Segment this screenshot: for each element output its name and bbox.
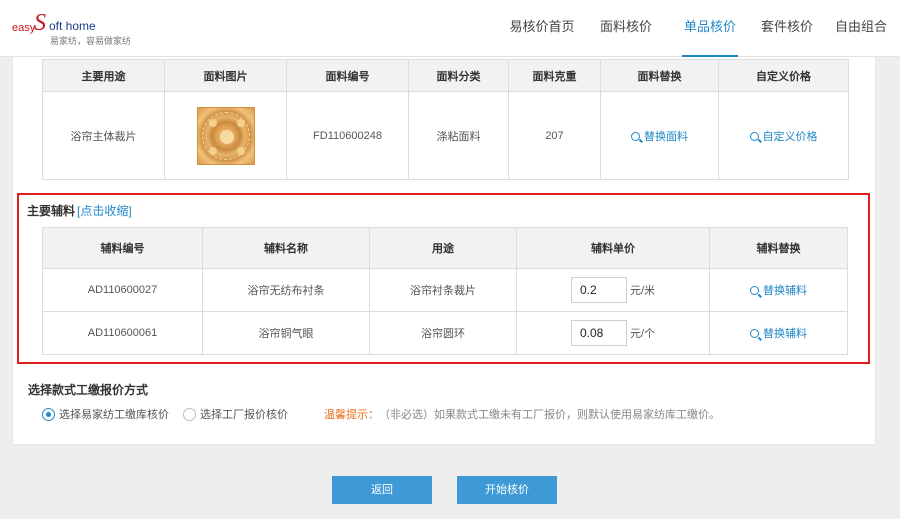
table-row: AD110600027 浴帘无纺布衬条 浴帘衬条裁片 元/米 替换辅料 xyxy=(42,268,848,312)
col-usage: 主要用途 xyxy=(42,59,165,92)
acc-name: 浴帘无纺布衬条 xyxy=(202,268,370,312)
quote-method-title: 选择款式工缴报价方式 xyxy=(28,383,149,397)
acc-usage: 浴帘衬条裁片 xyxy=(369,268,517,312)
acc-code: AD110600027 xyxy=(42,268,203,312)
col-acc-name: 辅料名称 xyxy=(202,227,370,269)
col-fabric-category: 面料分类 xyxy=(408,59,509,92)
fabric-code: FD110600248 xyxy=(286,91,409,180)
col-acc-usage: 用途 xyxy=(369,227,517,269)
acc-price-input[interactable] xyxy=(571,277,627,303)
search-icon xyxy=(750,329,759,338)
tip-text: （非必选）如果款式工缴未有工厂报价，则默认使用易家纺库工缴价。 xyxy=(379,409,720,421)
option-easyhome-library[interactable]: 选择易家纺工缴库核价 xyxy=(42,406,169,422)
fabric-table-header: 主要用途 面料图片 面料编号 面料分类 面料克重 面料替换 自定义价格 xyxy=(42,59,849,92)
custom-price-link[interactable]: 自定义价格 xyxy=(749,130,818,143)
col-acc-code: 辅料编号 xyxy=(42,227,203,269)
fabric-image-cell xyxy=(164,91,287,180)
nav-single-pricing[interactable]: 单品核价 xyxy=(682,0,738,57)
logo-slogan: 易家纺，容易做家纺 xyxy=(50,36,132,46)
logo[interactable]: easy S oft home 易家纺，容易做家纺 xyxy=(12,8,142,48)
logo-s: S xyxy=(34,10,46,36)
replace-accessory-label: 替换辅料 xyxy=(763,285,807,297)
acc-price-cell: 元/米 xyxy=(516,268,710,312)
custom-price-cell: 自定义价格 xyxy=(718,91,849,180)
col-fabric-code: 面料编号 xyxy=(286,59,409,92)
option-easyhome-label: 选择易家纺工缴库核价 xyxy=(59,409,169,421)
table-row: 浴帘主体裁片 FD110600248 涤粘面料 207 替换面料 自定义价格 xyxy=(42,91,849,180)
replace-fabric-label: 替换面料 xyxy=(644,130,688,143)
nav-fabric-pricing[interactable]: 面料核价 xyxy=(584,0,668,57)
search-icon xyxy=(631,131,640,141)
nav-home[interactable]: 易核价首页 xyxy=(500,0,584,57)
search-icon xyxy=(749,131,759,141)
acc-replace-cell: 替换辅料 xyxy=(709,268,848,312)
acc-name: 浴帘铜气眼 xyxy=(202,311,370,355)
acc-price-unit: 元/个 xyxy=(630,328,656,340)
radio-factory-quote[interactable] xyxy=(183,407,196,421)
logo-oft-home: oft home xyxy=(49,19,96,33)
acc-replace-cell: 替换辅料 xyxy=(709,311,848,355)
option-factory-label: 选择工厂报价核价 xyxy=(200,409,288,421)
accessories-table-header: 辅料编号 辅料名称 用途 辅料单价 辅料替换 xyxy=(42,227,848,269)
acc-usage: 浴帘圆环 xyxy=(369,311,517,355)
acc-price-cell: 元/个 xyxy=(516,311,710,355)
fabric-table: 主要用途 面料图片 面料编号 面料分类 面料克重 面料替换 自定义价格 浴帘主体… xyxy=(42,59,849,180)
replace-fabric-link[interactable]: 替换面料 xyxy=(631,131,688,143)
table-row: AD110600061 浴帘铜气眼 浴帘圆环 元/个 替换辅料 xyxy=(42,311,848,355)
replace-accessory-link[interactable]: 替换辅料 xyxy=(750,328,807,340)
option-factory-quote[interactable]: 选择工厂报价核价 xyxy=(183,406,288,422)
acc-code: AD110600061 xyxy=(42,311,203,355)
accessories-title: 主要辅料 [点击收缩] xyxy=(27,202,132,219)
col-fabric-image: 面料图片 xyxy=(164,59,287,92)
col-acc-price: 辅料单价 xyxy=(516,227,710,269)
fabric-weight: 207 xyxy=(508,91,601,180)
top-header: easy S oft home 易家纺，容易做家纺 易核价首页 面料核价 单品核… xyxy=(0,0,900,57)
accessories-table: 辅料编号 辅料名称 用途 辅料单价 辅料替换 AD110600027 浴帘无纺布… xyxy=(42,227,848,355)
main-nav: 易核价首页 面料核价 单品核价 套件核价 自由组合 xyxy=(500,0,900,57)
accessories-title-text: 主要辅料 xyxy=(27,204,76,218)
start-pricing-button[interactable]: 开始核价 xyxy=(457,476,557,504)
search-icon xyxy=(750,286,759,295)
nav-set-pricing[interactable]: 套件核价 xyxy=(752,0,822,57)
replace-accessory-label: 替换辅料 xyxy=(763,328,807,340)
radio-easyhome-library[interactable] xyxy=(42,407,55,421)
col-acc-replace: 辅料替换 xyxy=(709,227,848,269)
quote-method-options: 选择易家纺工缴库核价 选择工厂报价核价 温馨提示： （非必选）如果款式工缴未有工… xyxy=(42,406,720,422)
tip-label: 温馨提示： xyxy=(324,409,379,421)
col-fabric-weight: 面料克重 xyxy=(508,59,601,92)
acc-price-unit: 元/米 xyxy=(630,285,656,297)
acc-price-input[interactable] xyxy=(571,320,627,346)
collapse-toggle-link[interactable]: [点击收缩] xyxy=(77,204,132,218)
col-custom-price: 自定义价格 xyxy=(718,59,849,92)
nav-free-combo[interactable]: 自由组合 xyxy=(822,0,900,57)
fabric-swatch-image[interactable] xyxy=(196,106,255,165)
fabric-replace-cell: 替换面料 xyxy=(600,91,719,180)
fabric-usage: 浴帘主体裁片 xyxy=(42,91,165,180)
col-fabric-replace: 面料替换 xyxy=(600,59,719,92)
back-button[interactable]: 返回 xyxy=(332,476,432,504)
replace-accessory-link[interactable]: 替换辅料 xyxy=(750,285,807,297)
fabric-category: 涤粘面料 xyxy=(408,91,509,180)
custom-price-label: 自定义价格 xyxy=(762,130,818,143)
logo-easy: easy xyxy=(12,22,36,34)
